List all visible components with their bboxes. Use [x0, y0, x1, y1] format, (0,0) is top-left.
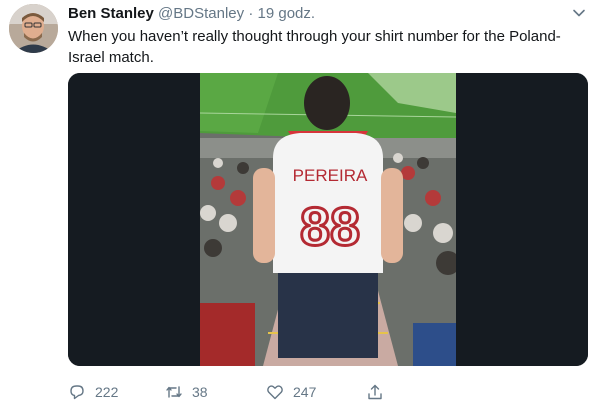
reply-button[interactable]: 222 [68, 380, 118, 404]
separator: · [248, 5, 254, 22]
avatar[interactable] [9, 4, 58, 53]
share-button[interactable] [366, 380, 393, 404]
shirt-number: 88 [300, 197, 360, 257]
reply-count: 222 [95, 384, 119, 400]
chevron-down-icon[interactable] [572, 6, 586, 20]
timestamp[interactable]: 19 godz. [258, 5, 316, 22]
tweet-header: Ben Stanley @BDStanley · 19 godz. [68, 4, 315, 24]
tweet-actions: 222 38 247 [68, 380, 588, 404]
shirt-name: PEREIRA [293, 166, 368, 185]
author-handle[interactable]: @BDStanley [158, 5, 244, 22]
retweet-icon [166, 386, 182, 398]
tweet[interactable]: Ben Stanley @BDStanley · 19 godz. When y… [0, 0, 596, 407]
tweet-text: When you haven’t really thought through … [68, 28, 561, 66]
tweet-photo[interactable]: PEREIRA 88 [68, 73, 588, 366]
share-icon [368, 384, 382, 400]
retweet-button[interactable]: 38 [165, 380, 208, 404]
author-name[interactable]: Ben Stanley [68, 5, 154, 22]
like-button[interactable]: 247 [266, 380, 316, 404]
reply-icon [70, 385, 84, 400]
retweet-count: 38 [192, 384, 208, 400]
like-icon [267, 385, 283, 400]
like-count: 247 [293, 384, 317, 400]
